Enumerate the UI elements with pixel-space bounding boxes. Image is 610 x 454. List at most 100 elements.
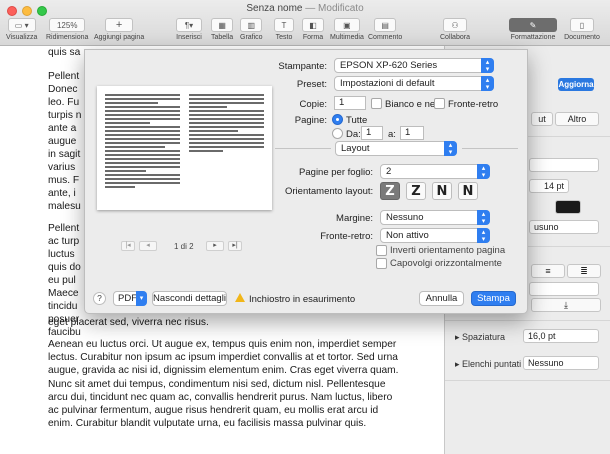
layout-direction-n-reverse[interactable]: N [458,182,478,200]
duplex-checkbox[interactable] [434,98,445,109]
divider [275,148,331,149]
toolbar-shape-button[interactable]: ◧ Forma [302,18,324,46]
pages-all-radio[interactable] [332,114,343,125]
brush-icon: ✎ [529,20,537,30]
bullets-select[interactable]: Nessuno [523,356,599,370]
divider [445,320,610,321]
body-paragraph: Aenean eu luctus orci. Ut augue ex, temp… [48,338,403,430]
print-button[interactable]: Stampa [471,291,516,306]
chevron-updown-icon: ▴ ▾ [444,141,457,156]
toolbar-comment-button[interactable]: ▤ Commento [368,18,402,46]
toolbar-collaborate-button[interactable]: ⚇ Collabora [440,18,470,46]
doc-text-fragment: in sagit [48,149,81,160]
line-style-select[interactable]: usuno [529,220,599,234]
doc-text-fragment: varius [48,162,76,173]
ink-warning-label: Inchiostro in esaurimento [249,294,356,305]
update-style-button[interactable]: Aggiorna [558,78,594,91]
layout-direction-z-selected[interactable]: Z [380,182,400,200]
preset-select[interactable]: Impostazioni di default ▴ ▾ [334,76,494,91]
cancel-button[interactable]: Annulla [419,291,464,306]
pdf-menu-button[interactable]: PDF ▾ [113,291,147,306]
toolbar-text-button[interactable]: T Testo [274,18,294,46]
indent-control[interactable] [529,282,599,296]
print-section-select[interactable]: Layout ▴ ▾ [335,141,457,156]
flip-horizontal-label: Capovolgi orizzontalmente [390,258,502,269]
window-toolbar: Senza nome — Modificato ▭ ▾ Visualizza 1… [0,0,610,46]
vertical-align-control[interactable]: ⤓ [531,298,601,312]
help-button[interactable]: ? [93,292,106,305]
reverse-orientation-checkbox[interactable] [376,245,387,256]
bullets-disclosure[interactable]: ▸ Elenchi puntati [455,359,521,370]
toolbar-chart-button[interactable]: ▥ Grafico [240,18,263,46]
pages-from-label: Da: [346,129,361,140]
toolbar-zoom-button[interactable]: 125% Ridimensiona [46,18,88,46]
border-label: Margine: [336,213,373,224]
printer-label: Stampante: [278,61,327,72]
text-color-well[interactable] [555,200,581,214]
document-icon: ▯ [570,18,594,32]
doc-text-fragment: quis sa [48,47,81,58]
toolbar-insert-button[interactable]: ¶▾ Inserisci [176,18,202,46]
doc-text-fragment: augue [48,136,77,147]
toolbar-table-button[interactable]: ▦ Tabella [211,18,233,46]
doc-text-fragment: luctus [48,249,75,260]
sidebar-icon: ▭ ▾ [7,18,36,32]
copies-field[interactable]: 1 [334,96,366,110]
two-sided-label: Fronte-retro: [320,231,373,242]
paragraph-line: augue, gravida ac nisi id, dignissim ele… [48,365,399,377]
doc-text-fragment: Maece [48,288,79,299]
printer-select[interactable]: EPSON XP-620 Series ▴ ▾ [334,58,494,73]
doc-text-fragment: Pellent [48,71,80,82]
table-icon: ▦ [211,18,234,32]
reverse-orientation-label: Inverti orientamento pagina [390,245,506,256]
tab-more[interactable]: Altro [555,112,599,126]
tab-layout[interactable]: ut [531,112,553,126]
pages-per-sheet-label: Pagine per foglio: [299,167,373,178]
align-justify-button[interactable]: ≣ [567,264,601,278]
chevron-updown-icon: ▴ ▾ [481,58,494,73]
black-white-checkbox[interactable] [371,98,382,109]
two-sided-select[interactable]: Non attivo ▴ ▾ [380,228,490,243]
next-page-button[interactable]: ▸ [206,241,224,251]
first-page-button[interactable]: |◂ [121,241,135,251]
doc-text-fragment: turpis n [48,110,82,121]
print-dialog: |◂ ◂ 1 di 2 ▸ ▸| Stampante: EPSON XP-620… [84,49,528,314]
pages-from-field[interactable]: 1 [361,126,383,140]
doc-text-fragment: tincidu [48,301,78,312]
chevron-updown-icon: ▴ ▾ [477,228,490,243]
font-size-field[interactable]: 14 pt [529,179,569,193]
toolbar-document-button[interactable]: ▯ Documento [561,18,603,46]
doc-text-fragment: eu pul [48,275,76,286]
doc-text-fragment: malesu [48,201,81,212]
align-center-button[interactable]: ≡ [531,264,565,278]
pages-range-radio[interactable] [332,128,343,139]
toolbar-format-button[interactable]: ✎ Formattazione [509,18,557,46]
pages-to-field[interactable]: 1 [400,126,424,140]
spacing-select[interactable]: 16,0 pt [523,329,599,343]
plus-icon: + [105,18,134,32]
spacing-disclosure[interactable]: ▸ Spaziatura [455,332,505,343]
page-counter: 1 di 2 [174,242,194,251]
layout-direction-z-reverse[interactable]: Z [406,182,426,200]
layout-direction-n[interactable]: N [432,182,452,200]
flip-horizontal-checkbox[interactable] [376,258,387,269]
toolbar-media-button[interactable]: ▣ Multimedia [330,18,364,46]
chevron-updown-icon: ▴ ▾ [477,210,490,225]
last-page-button[interactable]: ▸| [228,241,242,251]
toolbar-view-button[interactable]: ▭ ▾ Visualizza [6,18,37,46]
previous-page-button[interactable]: ◂ [139,241,157,251]
pages-all-label: Tutte [346,115,368,126]
pages-per-sheet-select[interactable]: 2 ▴ ▾ [380,164,490,179]
hide-details-button[interactable]: Nascondi dettagli [152,291,227,306]
border-select[interactable]: Nessuno ▴ ▾ [380,210,490,225]
collaborate-icon: ⚇ [442,18,467,32]
doc-text-fragment: ante, i [48,188,76,199]
font-style-select[interactable] [529,158,599,172]
doc-text-fragment: mus. F [48,175,80,186]
toolbar-add-page-button[interactable]: + Aggiungi pagina [94,18,144,46]
paragraph-line: arcu dui, tincidunt nec quam ac, convall… [48,391,393,403]
preset-label: Preset: [296,79,327,90]
doc-text-fragment: ac turp [48,236,80,247]
doc-text-fragment: quis do [48,262,81,273]
divider [445,380,610,381]
